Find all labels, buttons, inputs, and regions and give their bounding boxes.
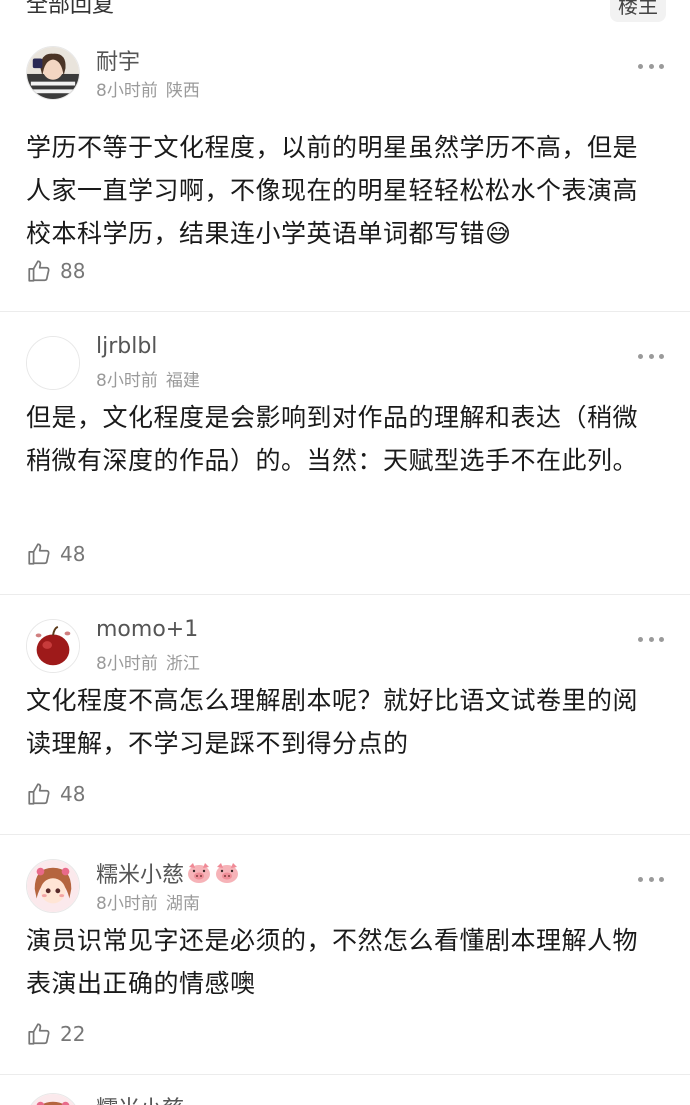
avatar[interactable] xyxy=(26,619,80,673)
like-button[interactable]: 88 xyxy=(26,258,85,284)
like-button[interactable]: 22 xyxy=(26,1021,85,1047)
comment-meta: 8小时前 浙江 xyxy=(96,649,200,674)
username[interactable]: 糯米小慈 xyxy=(96,1091,184,1105)
comment-item: ljrblbl 8小时前 福建 但是，文化程度是会影响到对作品的理解和表达（稍微稍… xyxy=(0,312,690,595)
like-count: 22 xyxy=(60,1022,86,1046)
comment-meta: 8小时前 陕西 xyxy=(96,76,200,101)
like-button[interactable]: 48 xyxy=(26,781,85,807)
pig-face-icon xyxy=(216,863,239,883)
comment-meta: 8小时前 湖南 xyxy=(96,889,200,914)
comment-item: 糯米小慈 xyxy=(0,1075,690,1105)
more-options-icon[interactable] xyxy=(638,62,664,70)
all-replies-title: 全部回复 xyxy=(26,0,115,18)
like-count: 88 xyxy=(60,259,86,283)
username[interactable]: momo+1 xyxy=(96,617,198,642)
pig-face-icon xyxy=(188,863,211,883)
comment-item: momo+1 8小时前 浙江 文化程度不高怎么理解剧本呢？就好比语文试卷里的阅读理… xyxy=(0,595,690,835)
avatar[interactable] xyxy=(26,336,80,390)
op-only-button[interactable]: 楼主 xyxy=(610,0,666,22)
comment-text: 但是，文化程度是会影响到对作品的理解和表达（稍微稍微有深度的作品）的。当然：天赋… xyxy=(26,403,639,475)
thumbs-up-icon xyxy=(28,783,50,805)
comment-time: 8小时前 xyxy=(96,654,158,674)
comment-item: 糯米小慈 8小时前 湖南 演员识常见字还是必须的，不然怎么看懂剧本理解人物表演出… xyxy=(0,835,690,1075)
avatar[interactable] xyxy=(26,1093,80,1105)
reply-list-page: 全部回复 楼主 耐宇 8小时前 陕西 学历不等于文化程度，以前的明星虽然学历不高，… xyxy=(0,0,690,1105)
thumbs-up-icon xyxy=(28,1023,50,1045)
comment-location: 陕西 xyxy=(165,81,200,101)
comment-location: 浙江 xyxy=(165,654,200,674)
avatar[interactable] xyxy=(26,46,80,100)
like-count: 48 xyxy=(60,782,86,806)
comment-item: 耐宇 8小时前 陕西 学历不等于文化程度，以前的明星虽然学历不高，但是人家一直学习… xyxy=(0,22,690,312)
more-options-icon[interactable] xyxy=(638,352,664,360)
comment-text: 学历不等于文化程度，以前的明星虽然学历不高，但是人家一直学习啊，不像现在的明星轻… xyxy=(26,133,639,248)
comment-time: 8小时前 xyxy=(96,371,158,391)
comment-time: 8小时前 xyxy=(96,81,158,101)
like-count: 48 xyxy=(60,542,86,566)
comment-text: 文化程度不高怎么理解剧本呢？就好比语文试卷里的阅读理解，不学习是踩不到得分点的 xyxy=(26,686,639,758)
avatar[interactable] xyxy=(26,859,80,913)
comment-text: 演员识常见字还是必须的，不然怎么看懂剧本理解人物表演出正确的情感噢 xyxy=(26,926,639,998)
comment-location: 湖南 xyxy=(165,894,200,914)
username[interactable]: 耐宇 xyxy=(96,44,140,76)
comment-time: 8小时前 xyxy=(96,894,158,914)
more-options-icon[interactable] xyxy=(638,635,664,643)
thumbs-up-icon xyxy=(28,260,50,282)
more-options-icon[interactable] xyxy=(638,875,664,883)
username[interactable]: ljrblbl xyxy=(96,334,157,359)
like-button[interactable]: 48 xyxy=(26,541,85,567)
username[interactable]: 糯米小慈 xyxy=(96,857,240,889)
comment-location: 福建 xyxy=(165,371,200,391)
comment-meta: 8小时前 福建 xyxy=(96,366,200,391)
reply-header: 全部回复 楼主 xyxy=(0,0,690,22)
thumbs-up-icon xyxy=(28,543,50,565)
